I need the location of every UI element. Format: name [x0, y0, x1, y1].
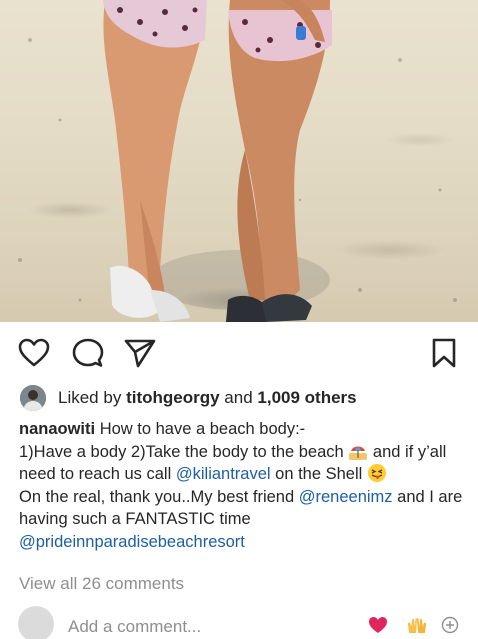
- heart-outline-icon[interactable]: [17, 336, 51, 370]
- view-all-comments-link[interactable]: View all 26 comments: [19, 574, 184, 594]
- caption-text-4: on the Shell: [275, 465, 363, 483]
- caption-text-1: How to have a beach body:-: [99, 420, 306, 438]
- post-action-bar: [0, 336, 478, 370]
- add-comment-input[interactable]: Add a comment...: [68, 617, 201, 637]
- tongue-wink-emoji: [367, 463, 387, 483]
- liked-by-others-link[interactable]: 1,009 others: [257, 388, 356, 407]
- add-comment-row: Add a comment...: [18, 604, 478, 639]
- liked-by-user-link[interactable]: titohgeorgy: [126, 388, 220, 407]
- raised-hands-emoji[interactable]: [406, 616, 428, 637]
- likes-text: Liked by titohgeorgy and 1,009 others: [58, 388, 357, 408]
- post-caption: nanaowiti How to have a beach body:- 1)H…: [19, 418, 465, 553]
- liked-by-label: Liked by: [58, 388, 122, 407]
- mention-prideinnparadisebeachresort[interactable]: @prideinnparadisebeachresort: [19, 533, 245, 551]
- beach-umbrella-emoji: [348, 441, 368, 461]
- caption-username[interactable]: nanaowiti: [19, 420, 95, 438]
- post-photo[interactable]: [0, 0, 478, 322]
- photo-figures: [18, 0, 457, 322]
- caption-text-2: 1)Have a body 2)Take the body to the bea…: [19, 442, 344, 461]
- comment-bubble-icon[interactable]: [71, 336, 105, 370]
- caption-text-5: On the real, thank you..My best friend: [19, 487, 295, 506]
- paper-plane-icon[interactable]: [123, 336, 157, 370]
- current-user-avatar: [18, 606, 54, 639]
- mention-kiliantravel[interactable]: @kiliantravel: [176, 465, 271, 483]
- bookmark-icon[interactable]: [427, 336, 461, 370]
- liked-by-and: and: [224, 388, 253, 407]
- mention-reneenimz[interactable]: @reneenimz: [299, 488, 393, 506]
- red-heart-emoji[interactable]: [368, 616, 388, 637]
- plus-circle-icon[interactable]: [441, 616, 459, 637]
- liker-avatar[interactable]: [20, 385, 46, 411]
- likes-summary[interactable]: Liked by titohgeorgy and 1,009 others: [20, 384, 357, 412]
